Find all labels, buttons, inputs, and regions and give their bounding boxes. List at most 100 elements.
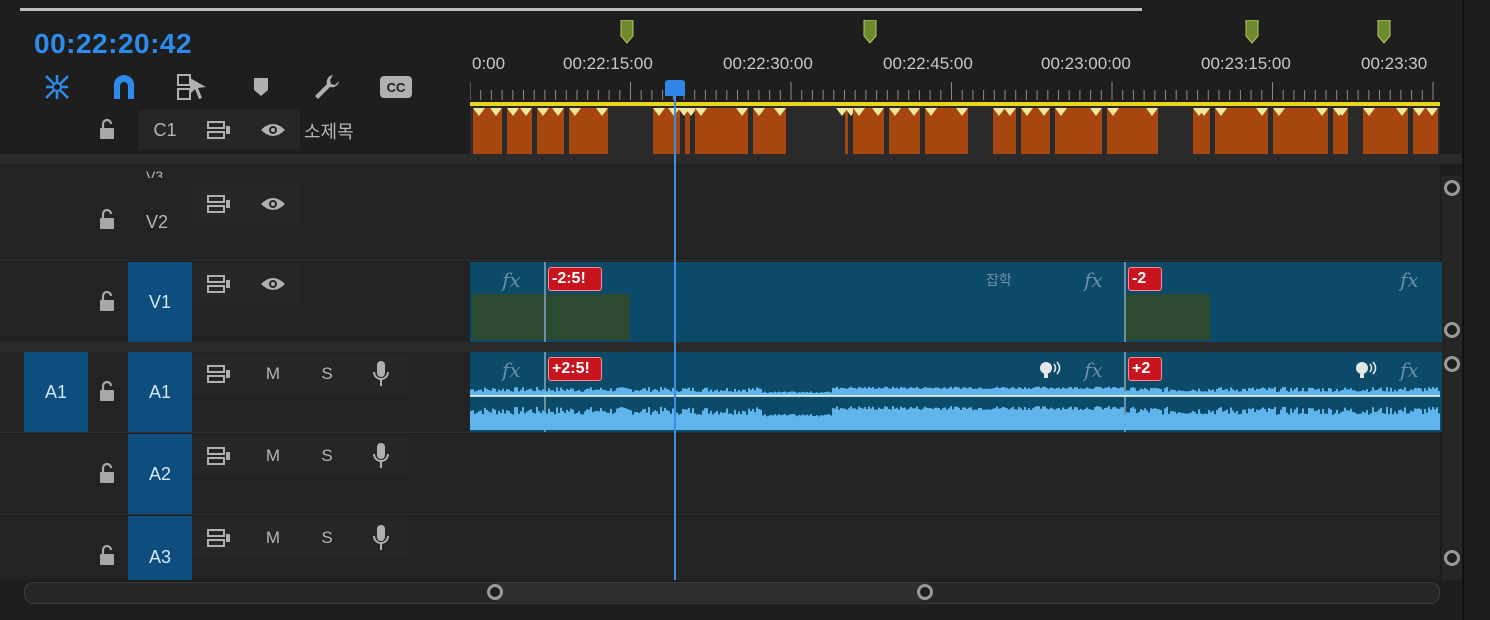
caption-clip[interactable] — [1273, 108, 1328, 154]
fx-badge[interactable]: fx — [1400, 358, 1419, 382]
toggle-sync-icon[interactable] — [206, 446, 232, 466]
caption-clip[interactable] — [1333, 108, 1348, 154]
toggle-sync-icon[interactable] — [206, 364, 232, 384]
track-target-a3[interactable]: A3 — [128, 516, 192, 580]
caption-clip[interactable] — [753, 108, 786, 154]
fx-badge[interactable]: fx — [1400, 268, 1419, 292]
eye-icon[interactable] — [259, 195, 287, 213]
fx-badge[interactable]: fx — [502, 358, 521, 382]
speed-badge[interactable]: -2:5! — [548, 267, 602, 291]
sync-lock-box[interactable] — [192, 110, 246, 150]
sequence-marker[interactable] — [1245, 20, 1259, 44]
video-zoom-handle-bottom[interactable] — [1444, 322, 1460, 338]
track-target-v1[interactable]: V1 — [128, 262, 192, 342]
caption-clip[interactable] — [695, 108, 748, 154]
caption-clip[interactable] — [1193, 108, 1210, 154]
fx-badge[interactable]: fx — [1084, 268, 1103, 292]
playhead-handle[interactable] — [665, 80, 685, 96]
voiceover-button[interactable] — [354, 518, 408, 558]
solo-button[interactable]: S — [300, 436, 354, 476]
lock-icon[interactable] — [98, 544, 116, 566]
track-divider[interactable] — [0, 154, 1462, 164]
caption-clip[interactable] — [1107, 108, 1158, 154]
voiceover-button[interactable] — [354, 436, 408, 476]
caption-clip[interactable] — [845, 108, 848, 154]
lock-icon[interactable] — [98, 290, 116, 312]
toggle-sync-icon[interactable] — [206, 194, 232, 214]
caption-clip[interactable] — [1021, 108, 1050, 154]
playhead-line[interactable] — [674, 96, 676, 580]
linked-selection-icon[interactable] — [175, 70, 209, 104]
audio-zoom-handle-bottom[interactable] — [1444, 550, 1460, 566]
speed-badge[interactable]: +2 — [1128, 357, 1162, 381]
track-label[interactable]: V2 — [146, 212, 168, 233]
microphone-icon[interactable] — [372, 442, 390, 470]
speed-badge[interactable]: -2 — [1128, 267, 1162, 291]
sync-lock-box[interactable] — [192, 264, 246, 304]
captions-icon[interactable]: CC — [378, 70, 414, 104]
caption-clip[interactable] — [1413, 108, 1438, 154]
source-patch-a1[interactable]: A1 — [24, 352, 88, 432]
caption-clip[interactable] — [685, 108, 690, 154]
toggle-sync-icon[interactable] — [206, 274, 232, 294]
caption-track-clips[interactable] — [470, 106, 1440, 154]
caption-clip[interactable] — [507, 108, 532, 154]
lane-v2[interactable] — [470, 164, 1440, 261]
horizontal-zoom-handle-right[interactable] — [917, 584, 933, 600]
audio-zoom-handle-top[interactable] — [1444, 356, 1460, 372]
horizontal-zoom-handle-left[interactable] — [487, 584, 503, 600]
sync-lock-box[interactable] — [192, 518, 246, 558]
video-audio-divider[interactable] — [0, 342, 1462, 352]
sync-lock-box[interactable] — [192, 184, 246, 224]
microphone-icon[interactable] — [372, 360, 390, 388]
playhead-timecode[interactable]: 00:22:20:42 — [34, 28, 192, 60]
vertical-scrollbar[interactable] — [1442, 176, 1462, 580]
lane-a2[interactable] — [470, 434, 1440, 515]
eye-icon[interactable] — [259, 121, 287, 139]
microphone-icon[interactable] — [372, 524, 390, 552]
lock-icon[interactable] — [98, 380, 116, 402]
toggle-sync-icon[interactable] — [206, 528, 232, 548]
caption-clip[interactable] — [473, 108, 502, 154]
video-zoom-handle-top[interactable] — [1444, 180, 1460, 196]
track-target-a2[interactable]: A2 — [128, 434, 192, 514]
video-clip[interactable]: -2:5! 잡학 fx — [544, 262, 1124, 342]
caption-clip[interactable] — [537, 108, 564, 154]
eye-toggle[interactable] — [246, 184, 300, 224]
eye-toggle[interactable] — [246, 110, 300, 150]
sync-lock-box[interactable] — [192, 436, 246, 476]
lock-icon[interactable] — [98, 462, 116, 484]
caption-clip[interactable] — [993, 108, 1016, 154]
caption-clips[interactable] — [470, 106, 1440, 154]
horizontal-scroll-thumb[interactable] — [496, 583, 926, 601]
sequence-marker[interactable] — [1377, 20, 1391, 44]
lane-a3[interactable] — [470, 516, 1440, 580]
mute-button[interactable]: M — [246, 518, 300, 558]
voiceover-button[interactable] — [354, 354, 408, 394]
sequence-marker[interactable] — [863, 20, 877, 44]
eye-toggle[interactable] — [246, 264, 300, 304]
eye-icon[interactable] — [259, 275, 287, 293]
magnet-icon[interactable] — [107, 70, 141, 104]
sequence-marker[interactable] — [620, 20, 634, 44]
lane-a1[interactable]: fx +2:5! fx +2 fx — [470, 352, 1442, 433]
fx-badge[interactable]: fx — [1084, 358, 1103, 382]
caption-clip[interactable] — [1215, 108, 1268, 154]
lane-v1[interactable]: fx -2:5! 잡학 fx -2 fx — [470, 262, 1442, 343]
solo-button[interactable]: S — [300, 518, 354, 558]
time-ruler[interactable]: 0:00 00:22:15:00 00:22:30:00 00:22:45:00… — [470, 20, 1440, 106]
track-target-a1[interactable]: A1 — [128, 352, 192, 432]
video-clip[interactable]: fx — [470, 262, 544, 342]
mute-button[interactable]: M — [246, 436, 300, 476]
video-clip[interactable]: -2 fx — [1124, 262, 1442, 342]
lock-icon[interactable] — [98, 208, 116, 230]
toggle-sync-icon[interactable] — [206, 120, 232, 140]
marker-icon[interactable] — [244, 70, 278, 104]
speed-badge[interactable]: +2:5! — [548, 357, 602, 381]
snap-icon[interactable] — [40, 70, 74, 104]
caption-clip[interactable] — [853, 108, 884, 154]
wrench-icon[interactable] — [310, 70, 344, 104]
caption-clip[interactable] — [1055, 108, 1102, 154]
sync-lock-box[interactable] — [192, 354, 246, 394]
caption-clip[interactable] — [889, 108, 920, 154]
